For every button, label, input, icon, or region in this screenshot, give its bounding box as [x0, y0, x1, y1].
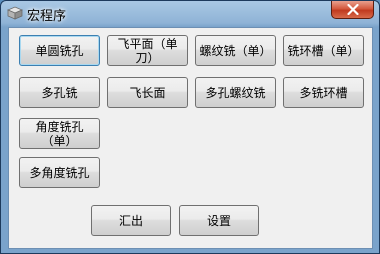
main-window: 宏程序 单圆铣孔 飞平面（单刀） 螺纹铣（单） 铣环槽（单） 多孔铣 飞长面 多… — [0, 0, 380, 254]
settings-button[interactable]: 设置 — [179, 205, 259, 236]
multi-hole-mill-button[interactable]: 多孔铣 — [19, 77, 100, 108]
window-title: 宏程序 — [27, 9, 67, 24]
client-area: 单圆铣孔 飞平面（单刀） 螺纹铣（单） 铣环槽（单） 多孔铣 飞长面 多孔螺纹铣… — [8, 27, 373, 249]
long-face-mill-button[interactable]: 飞长面 — [107, 77, 188, 108]
single-circle-mill-button[interactable]: 单圆铣孔 — [19, 35, 100, 66]
close-icon — [347, 4, 359, 15]
angle-hole-single-button[interactable]: 角度铣孔（单） — [19, 118, 100, 149]
export-button[interactable]: 汇出 — [91, 205, 171, 236]
ring-groove-single-button[interactable]: 铣环槽（单） — [283, 35, 364, 66]
face-mill-single-button[interactable]: 飞平面（单刀） — [107, 35, 188, 66]
app-icon — [7, 6, 23, 20]
multi-ring-groove-button[interactable]: 多铣环槽 — [283, 77, 364, 108]
thread-mill-single-button[interactable]: 螺纹铣（单） — [195, 35, 276, 66]
multi-hole-thread-button[interactable]: 多孔螺纹铣 — [195, 77, 276, 108]
title-bar[interactable]: 宏程序 — [1, 1, 379, 27]
multi-angle-hole-button[interactable]: 多角度铣孔 — [19, 157, 100, 188]
close-button[interactable] — [331, 1, 374, 19]
